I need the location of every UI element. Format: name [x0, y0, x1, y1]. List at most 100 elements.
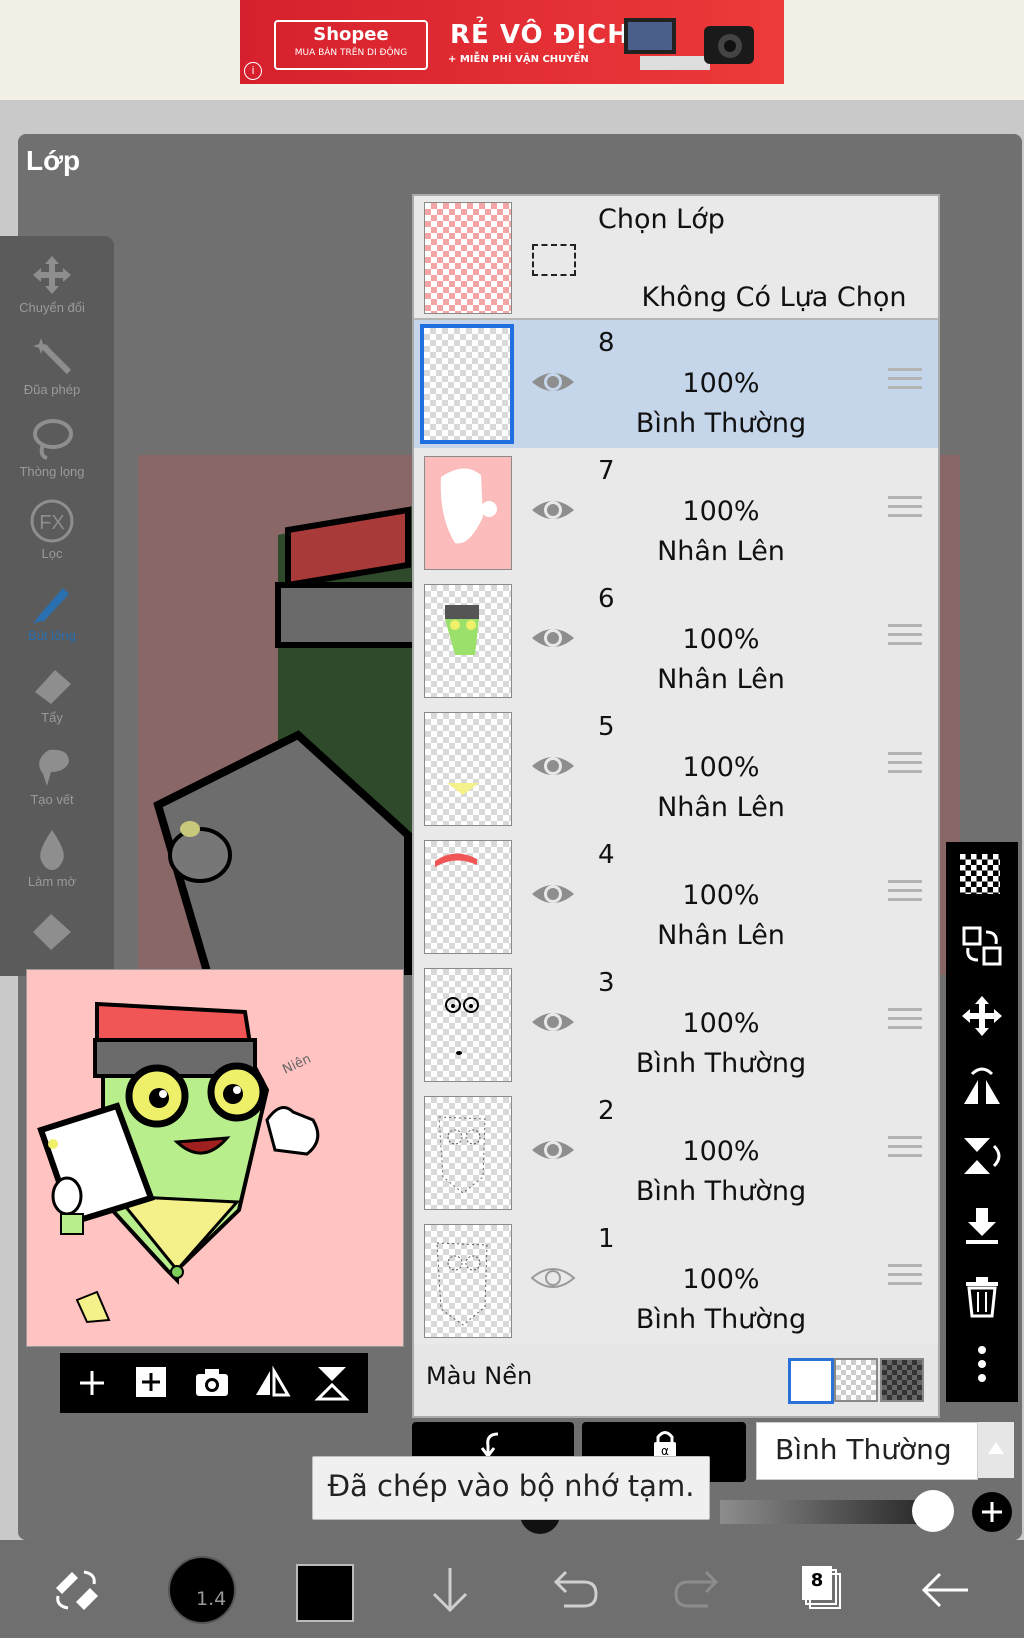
eye-hidden-icon[interactable]	[530, 1260, 576, 1296]
move-layer-icon[interactable]	[960, 994, 1004, 1038]
tool-eraser[interactable]: Tẩy	[0, 654, 104, 734]
ad-brand-sub: MUA BÁN TRÊN DI ĐỘNG	[294, 48, 408, 58]
layer-name: 6	[598, 584, 615, 614]
ad-banner[interactable]: Shopee MUA BÁN TRÊN DI ĐỘNG RẺ VÔ ĐỊCH +…	[240, 0, 784, 84]
layer-thumbnail	[424, 712, 512, 826]
trash-icon[interactable]	[960, 1274, 1004, 1318]
layer-row-5[interactable]: 5 100% Nhân Lên	[414, 704, 938, 834]
layers-button[interactable]: 8	[796, 1560, 856, 1620]
ad-info-icon[interactable]: i	[244, 62, 262, 80]
selection-layer-row[interactable]: Chọn Lớp Không Có Lựa Chọn	[414, 196, 938, 320]
background-label: Màu Nền	[426, 1362, 533, 1390]
fx-icon: FX	[30, 499, 74, 543]
tool-smudge[interactable]: Tạo vết	[0, 736, 104, 816]
flip-vertical-icon[interactable]	[310, 1361, 354, 1405]
canvas-preview: Niên	[26, 969, 404, 1347]
layer-blend-mode: Nhân Lên	[657, 664, 785, 695]
ad-brand: Shopee	[313, 24, 389, 45]
blend-mode-dropdown[interactable]	[978, 1422, 1014, 1478]
layer-row-3[interactable]: 3 100% Bình Thường	[414, 960, 938, 1090]
fill-icon	[33, 914, 71, 950]
layer-row-6[interactable]: 6 100% Nhân Lên	[414, 576, 938, 706]
eye-icon[interactable]	[530, 1132, 576, 1168]
toast-message: Đã chép vào bộ nhớ tạm.	[312, 1456, 710, 1520]
selection-thumbnail	[424, 202, 512, 314]
layer-list: Chọn Lớp Không Có Lựa Chọn 8 100% Bình T…	[412, 194, 940, 1418]
tool-fill[interactable]	[0, 900, 104, 980]
tool-magic-wand[interactable]: Đũa phép	[0, 326, 104, 406]
camera-icon[interactable]	[190, 1361, 234, 1405]
bg-swatch-transparent[interactable]	[834, 1358, 878, 1402]
eye-icon[interactable]	[530, 876, 576, 912]
undo-icon[interactable]	[544, 1560, 604, 1620]
opacity-slider[interactable]	[720, 1500, 940, 1524]
eye-icon[interactable]	[530, 748, 576, 784]
layer-row-7[interactable]: 7 100% Nhân Lên	[414, 448, 938, 578]
layer-name: 4	[598, 840, 615, 870]
flip-layer-horizontal-icon[interactable]	[960, 1064, 1004, 1108]
drag-handle-icon[interactable]	[888, 752, 922, 778]
tool-transform[interactable]: Chuyển đổi	[0, 244, 104, 324]
caret-up-icon	[988, 1442, 1004, 1454]
toast-text: Đã chép vào bộ nhớ tạm.	[327, 1469, 695, 1503]
magic-wand-icon	[33, 338, 72, 375]
eye-icon[interactable]	[530, 620, 576, 656]
more-options-icon[interactable]	[960, 1342, 1004, 1386]
drag-handle-icon[interactable]	[888, 496, 922, 522]
checkerboard-icon[interactable]	[960, 854, 1000, 894]
add-layer-icon[interactable]	[70, 1361, 114, 1405]
bottom-toolbar: 1.4 8	[0, 1540, 1024, 1638]
tool-label: Tạo vết	[30, 792, 74, 807]
ad-products-image	[624, 18, 754, 70]
tool-lasso[interactable]: Thòng lọng	[0, 408, 104, 488]
eye-icon[interactable]	[530, 364, 576, 400]
panel-title: Lớp	[26, 145, 81, 176]
opacity-slider-knob[interactable]	[912, 1490, 954, 1532]
layer-opacity: 100%	[682, 880, 760, 911]
tool-brush[interactable]: Bút lông	[0, 572, 104, 652]
drag-handle-icon[interactable]	[888, 1264, 922, 1290]
add-layer-image-icon[interactable]	[130, 1361, 174, 1405]
layer-thumbnail-art	[440, 468, 497, 544]
eye-icon[interactable]	[530, 492, 576, 528]
back-arrow-icon[interactable]	[916, 1560, 976, 1620]
ad-subheadline: + MIỄN PHÍ VẬN CHUYỂN	[448, 54, 589, 65]
eye-icon[interactable]	[530, 1004, 576, 1040]
layer-row-8[interactable]: 8 100% Bình Thường	[414, 320, 938, 450]
redo-icon[interactable]	[668, 1560, 728, 1620]
layer-row-1[interactable]: 1 100% Bình Thường	[414, 1216, 938, 1346]
opacity-plus-button[interactable]	[972, 1492, 1012, 1532]
layer-opacity: 100%	[682, 624, 760, 655]
drag-handle-icon[interactable]	[888, 368, 922, 394]
layer-blend-mode: Bình Thường	[635, 1304, 807, 1335]
drag-handle-icon[interactable]	[888, 880, 922, 906]
eraser-icon	[35, 670, 71, 704]
drag-handle-icon[interactable]	[888, 624, 922, 650]
flip-horizontal-icon[interactable]	[250, 1361, 294, 1405]
flip-layer-vertical-icon[interactable]	[960, 1134, 1004, 1178]
layer-row-2[interactable]: 2 100% Bình Thường	[414, 1088, 938, 1218]
layer-row-4[interactable]: 4 100% Nhân Lên	[414, 832, 938, 962]
blend-mode-value: Bình Thường	[775, 1433, 952, 1466]
layer-thumbnail-art	[438, 1116, 486, 1194]
layer-thumbnail	[424, 968, 512, 1082]
brush-size-button[interactable]: 1.4	[168, 1556, 236, 1624]
lasso-icon	[33, 419, 73, 460]
arrow-down-icon[interactable]	[420, 1560, 480, 1620]
color-swatch-button[interactable]	[296, 1564, 354, 1622]
ad-area: Shopee MUA BÁN TRÊN DI ĐỘNG RẺ VÔ ĐỊCH +…	[0, 0, 1024, 102]
merge-down-icon[interactable]	[960, 1204, 1004, 1248]
layer-thumbnail-art	[435, 853, 477, 867]
bg-swatch-dark[interactable]	[880, 1358, 924, 1402]
brush-eraser-toggle-icon[interactable]	[46, 1560, 106, 1620]
tool-blur[interactable]: Làm mờ	[0, 818, 104, 898]
drag-handle-icon[interactable]	[888, 1008, 922, 1034]
tool-filter[interactable]: FX Lọc	[0, 490, 104, 570]
swap-layers-icon[interactable]	[960, 924, 1004, 968]
drag-handle-icon[interactable]	[888, 1136, 922, 1162]
layer-blend-mode: Bình Thường	[635, 1048, 807, 1079]
plus-icon	[982, 1502, 1002, 1522]
bg-swatch-white[interactable]	[788, 1358, 834, 1404]
blend-mode-select[interactable]: Bình Thường	[756, 1422, 978, 1480]
tool-label: Làm mờ	[27, 874, 77, 889]
